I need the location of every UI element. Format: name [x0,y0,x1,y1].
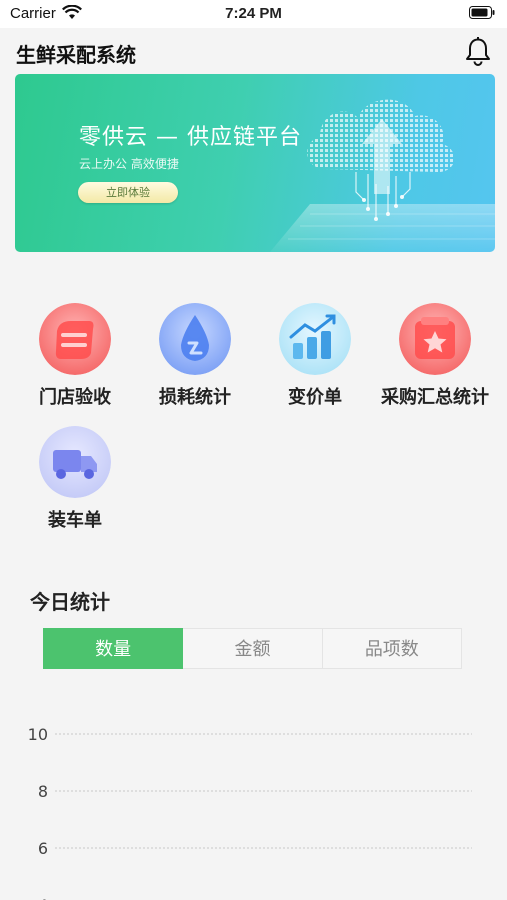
func-label: 损耗统计 [159,387,231,408]
promo-banner[interactable]: 零供云 — 供应链平台 云上办公 高效便捷 立即体验 [15,74,495,252]
func-label: 采购汇总统计 [381,387,489,408]
stats-tabs: 数量 金额 品项数 [43,628,462,669]
bell-icon[interactable] [461,34,495,68]
y-tick-label: 4 [38,896,48,900]
y-tick-label: 6 [38,839,48,858]
truck-icon [39,426,111,498]
status-bar: Carrier 7:24 PM [0,0,507,28]
tab-amount[interactable]: 金额 [183,628,323,669]
func-purchase-summary[interactable]: 采购汇总统计 [375,303,495,423]
func-label: 装车单 [48,510,102,531]
func-price-change[interactable]: 变价单 [255,303,375,423]
stats-chart: 10 8 6 4 [28,725,472,900]
tab-item-count[interactable]: 品项数 [322,628,462,669]
func-label: 变价单 [288,387,342,408]
func-label: 门店验收 [39,387,111,408]
page-title: 生鲜采配系统 [16,43,136,67]
y-tick-label: 8 [38,782,48,801]
stats-title: 今日统计 [30,590,110,614]
tab-quantity[interactable]: 数量 [43,628,184,669]
func-loss-stats[interactable]: 损耗统计 [135,303,255,423]
banner-subtitle: 云上办公 高效便捷 [79,157,179,171]
battery-icon [469,6,495,19]
nav-bar: 生鲜采配系统 [0,28,507,74]
banner-title: 零供云 — 供应链平台 [79,125,302,150]
try-now-button[interactable]: 立即体验 [78,182,178,203]
star-cart-icon [399,303,471,375]
func-store-inspection[interactable]: 门店验收 [15,303,135,423]
y-tick-label: 10 [28,725,48,744]
inspection-icon [39,303,111,375]
trend-chart-icon [279,303,351,375]
water-drop-icon [159,303,231,375]
func-loading-list[interactable]: 装车单 [15,426,135,546]
status-time: 7:24 PM [225,5,282,22]
cloud-upload-icon [270,99,495,252]
